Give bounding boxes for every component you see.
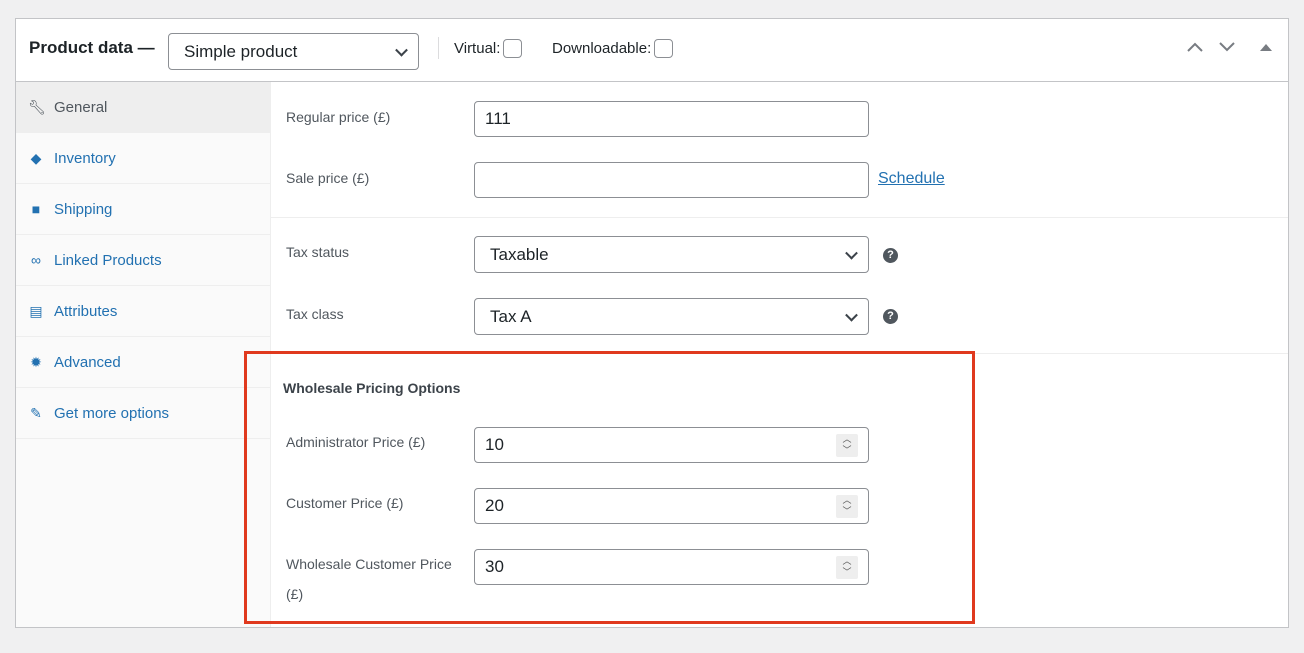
regular-price-value: 111 [485,109,511,128]
wrench-icon: 🔧︎ [28,98,46,115]
tag-icon: ◆ [30,149,42,166]
tab-linked-products[interactable]: ∞ Linked Products [16,235,270,286]
tax-class-value: Tax A [490,306,532,326]
panel-header: Product data — Simple product Virtual: D… [16,19,1288,82]
collapse-triangle-icon[interactable] [1260,43,1272,52]
tab-label: General [54,98,108,116]
tab-label: Linked Products [54,251,162,269]
help-icon[interactable]: ? [883,309,898,324]
truck-icon: ■ [31,201,41,217]
divider [438,37,439,59]
panel-title: Product data — [29,38,155,57]
sale-price-label: Sale price (£) [286,170,370,186]
virtual-checkbox-label[interactable]: Virtual: [454,39,523,58]
schedule-link[interactable]: Schedule [878,170,945,188]
link-icon: ∞ [31,252,41,268]
tab-label: Advanced [54,353,121,371]
tax-status-select[interactable]: Taxable [474,236,869,273]
gear-icon: ✹ [30,353,42,370]
tax-status-value: Taxable [490,244,549,264]
tab-label: Inventory [54,149,116,167]
product-type-value: Simple product [184,41,298,61]
regular-price-label: Regular price (£) [286,109,391,125]
sale-price-input[interactable] [474,162,869,198]
help-icon[interactable]: ? [883,248,898,263]
downloadable-label: Downloadable: [552,40,652,57]
chevron-down-icon [395,43,408,57]
tab-label: Get more options [54,404,170,422]
tab-inventory[interactable]: ◆ Inventory [16,133,270,184]
product-type-select[interactable]: Simple product [168,33,419,70]
product-data-tabs: 🔧︎ General ◆ Inventory ■ Shipping ∞ Linked P… [16,82,271,627]
tax-class-select[interactable]: Tax A [474,298,869,335]
virtual-checkbox[interactable] [503,39,523,58]
downloadable-checkbox-label[interactable]: Downloadable: [552,39,674,58]
downloadable-checkbox[interactable] [654,39,674,58]
tax-status-label: Tax status [286,244,350,260]
plug-icon: ✎ [30,404,42,421]
tax-class-label: Tax class [286,306,344,322]
tab-general[interactable]: 🔧︎ General [16,82,270,133]
tab-label: Attributes [54,302,118,320]
tab-shipping[interactable]: ■ Shipping [16,184,270,235]
highlight-box [244,351,975,624]
move-down-icon[interactable] [1218,41,1236,53]
tab-attributes[interactable]: ▤ Attributes [16,286,270,337]
chevron-down-icon [845,246,858,260]
move-up-icon[interactable] [1186,41,1204,53]
regular-price-input[interactable]: 111 [474,101,869,137]
list-icon: ▤ [29,302,43,319]
tab-advanced[interactable]: ✹ Advanced [16,337,270,388]
virtual-label: Virtual: [454,40,501,57]
tab-get-more-options[interactable]: ✎ Get more options [16,388,270,439]
divider [271,217,1288,218]
tab-label: Shipping [54,200,113,218]
chevron-down-icon [845,308,858,322]
